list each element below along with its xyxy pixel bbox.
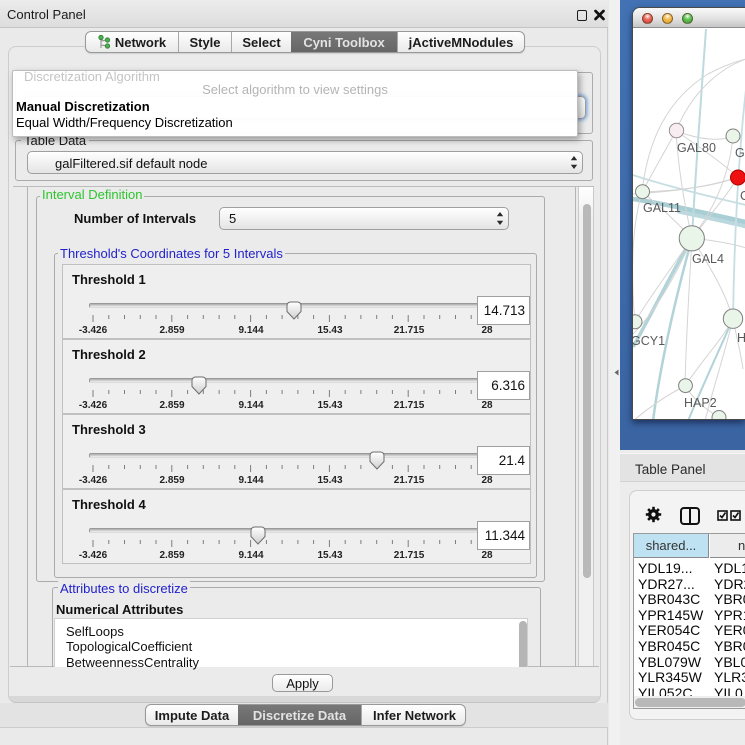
svg-text:HAP2: HAP2 (684, 396, 717, 410)
svg-text:GAL11: GAL11 (643, 201, 681, 215)
svg-text:GAL80: GAL80 (677, 141, 716, 155)
svg-text:C: C (740, 189, 745, 203)
svg-text:GAL4: GAL4 (692, 252, 724, 266)
svg-text:H: H (737, 331, 745, 345)
svg-text:GCY1: GCY1 (633, 334, 665, 348)
svg-text:G.: G. (735, 146, 745, 160)
